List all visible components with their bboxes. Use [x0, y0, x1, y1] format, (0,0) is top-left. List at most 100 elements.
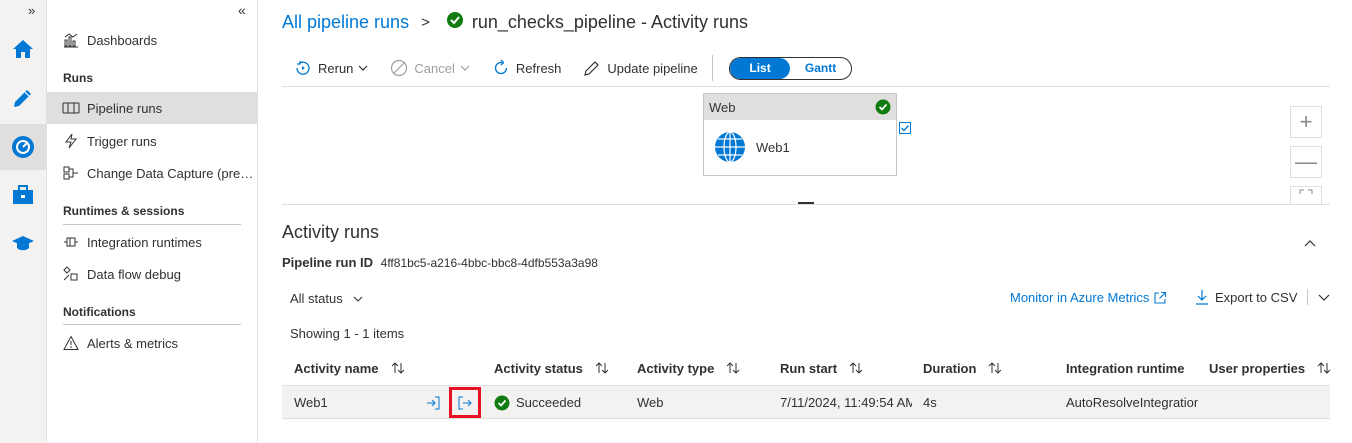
breadcrumb-separator: >: [421, 14, 430, 31]
column-header-activity-type[interactable]: Activity type: [637, 350, 740, 386]
sort-icon: [726, 362, 740, 374]
collapse-nav-button[interactable]: «: [238, 2, 246, 18]
refresh-icon: [494, 59, 508, 75]
sort-icon: [849, 362, 863, 374]
nav-label: Dashboards: [87, 32, 158, 48]
fit-to-screen-button[interactable]: [1290, 186, 1322, 204]
refresh-button[interactable]: Refresh: [492, 59, 562, 77]
table-row[interactable]: Web1 Succeeded Web 7/11/2024, 11:49:54 A…: [282, 386, 1330, 419]
activity-runs-table: Activity name Activity status Activity t…: [282, 350, 1331, 419]
view-input-button[interactable]: [425, 386, 441, 419]
nav-label: Trigger runs: [87, 133, 157, 149]
nav-item-trigger-runs[interactable]: Trigger runs: [47, 125, 258, 157]
column-header-integration-runtime[interactable]: Integration runtime: [1066, 350, 1184, 386]
items-count: Showing 1 - 1 items: [290, 326, 405, 341]
status-text: Succeeded: [516, 395, 582, 410]
cell-integration-runtime: AutoResolveIntegrationRuntime: [1066, 395, 1198, 410]
rerun-label: Rerun: [318, 60, 354, 76]
pipeline-run-id: Pipeline run ID 4ff81bc5-a216-4bbc-bbc8-…: [282, 255, 598, 270]
column-label: User properties: [1209, 360, 1306, 376]
chevron-down-icon: [353, 296, 363, 302]
author-pencil-icon[interactable]: [9, 84, 37, 112]
toolbar: Rerun Cancel Refresh Update pipeline Lis…: [294, 55, 852, 81]
breadcrumb-all-pipeline-runs[interactable]: All pipeline runs: [282, 12, 409, 33]
manage-toolbox-icon[interactable]: [9, 181, 37, 209]
refresh-label: Refresh: [515, 60, 562, 76]
activity-node-web1[interactable]: Web Web1: [703, 93, 897, 176]
sort-icon: [595, 362, 609, 374]
status-filter-dropdown[interactable]: All status: [290, 291, 363, 306]
column-label: Duration: [923, 360, 977, 376]
view-toggle: List Gantt: [728, 56, 852, 80]
home-icon[interactable]: [9, 35, 37, 63]
nav-item-alerts-metrics[interactable]: Alerts & metrics: [47, 327, 258, 359]
column-header-user-properties[interactable]: User properties: [1209, 350, 1331, 386]
nav-label: Alerts & metrics: [87, 335, 179, 351]
cell-activity-status: Succeeded: [494, 386, 581, 419]
zoom-out-button[interactable]: —: [1290, 146, 1322, 178]
success-check-icon: [875, 99, 891, 115]
gantt-view-option[interactable]: Gantt: [790, 58, 851, 79]
divider: [282, 86, 1330, 87]
activity-node-body: Web1: [704, 120, 896, 174]
toolbar-divider: [711, 55, 713, 81]
column-header-activity-status[interactable]: Activity status: [494, 350, 609, 386]
collapse-section-button[interactable]: [1304, 235, 1316, 250]
monitor-link-label: Monitor in Azure Metrics: [1010, 290, 1150, 305]
output-arrow-icon: [458, 396, 472, 409]
monitor-gauge-icon[interactable]: [0, 124, 46, 170]
update-pipeline-button[interactable]: Update pipeline: [583, 59, 698, 77]
column-label: Activity type: [637, 360, 715, 376]
nav-item-data-flow-debug[interactable]: Data flow debug: [47, 258, 258, 290]
view-output-button[interactable]: [449, 387, 481, 418]
column-header-run-start[interactable]: Run start: [780, 350, 863, 386]
nav-item-pipeline-runs[interactable]: Pipeline runs: [47, 92, 258, 124]
dashboard-chart-icon: [62, 31, 80, 49]
success-check-icon: [494, 395, 510, 410]
rerun-icon: [296, 61, 310, 75]
left-rail: »: [0, 0, 47, 443]
nav-label: Data flow debug: [87, 266, 181, 282]
column-header-activity-name[interactable]: Activity name: [294, 350, 405, 386]
monitor-nav: « Dashboards Runs Pipeline runs Trigger …: [47, 0, 258, 443]
export-csv-button[interactable]: Export to CSV: [1195, 289, 1336, 305]
download-icon: [1196, 290, 1208, 305]
cancel-button[interactable]: Cancel: [390, 59, 470, 77]
web-globe-icon: [715, 131, 745, 163]
chevron-up-icon: [1304, 240, 1316, 247]
chevron-down-icon[interactable]: [1318, 294, 1330, 301]
data-capture-icon: [62, 164, 80, 182]
nav-item-dashboards[interactable]: Dashboards: [47, 24, 258, 56]
rerun-button[interactable]: Rerun: [294, 60, 368, 76]
input-arrow-icon: [427, 396, 440, 409]
cell-activity-type: Web: [637, 395, 664, 410]
column-label: Run start: [780, 360, 838, 376]
column-header-duration[interactable]: Duration: [923, 350, 1002, 386]
nav-item-integration-runtimes[interactable]: Integration runtimes: [47, 226, 258, 258]
column-label: Integration runtime: [1066, 360, 1185, 376]
zoom-in-button[interactable]: +: [1290, 106, 1322, 138]
monitor-azure-metrics-link[interactable]: Monitor in Azure Metrics: [1010, 290, 1167, 305]
activity-node-header: Web: [704, 94, 896, 120]
nav-item-change-data-capture[interactable]: Change Data Capture (preview): [47, 157, 258, 189]
list-view-option[interactable]: List: [729, 57, 791, 79]
external-link-icon: [1154, 291, 1167, 304]
main-panel: All pipeline runs > run_checks_pipeline …: [258, 0, 1352, 443]
chevron-down-icon: [460, 65, 470, 71]
cell-user-properties: [1209, 386, 1319, 419]
learning-hat-icon[interactable]: [9, 229, 37, 257]
pipeline-icon: [62, 99, 80, 117]
chevron-down-icon: [358, 65, 368, 71]
export-divider: [1307, 289, 1309, 305]
expand-rail-button[interactable]: »: [28, 3, 35, 18]
status-filter-label: All status: [290, 291, 343, 306]
page-title: run_checks_pipeline - Activity runs: [471, 12, 748, 32]
node-success-checkbox-icon: [899, 122, 911, 134]
cancel-circle-icon: [391, 59, 408, 77]
run-id-value: 4ff81bc5-a216-4bbc-bbc8-4dfb553a3a98: [380, 256, 598, 270]
run-id-label: Pipeline run ID: [282, 255, 374, 270]
sort-icon: [1317, 362, 1331, 374]
nav-label: Integration runtimes: [87, 234, 202, 250]
update-pipeline-label: Update pipeline: [607, 60, 698, 76]
divider: [282, 204, 1330, 205]
